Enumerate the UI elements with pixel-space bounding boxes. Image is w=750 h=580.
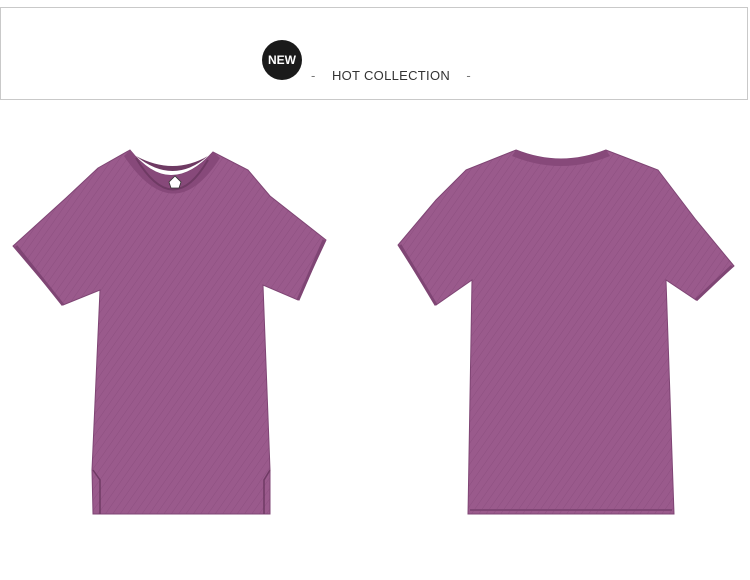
- dash-right: -: [466, 68, 471, 83]
- new-badge: NEW: [262, 40, 302, 80]
- headline-text: HOT COLLECTION: [331, 68, 451, 83]
- tshirt-back-photo: [396, 140, 736, 520]
- collection-banner: NEW - HOT COLLECTION -: [0, 7, 748, 100]
- tshirt-front-photo: [8, 140, 338, 520]
- tshirt-front-image: [12, 149, 327, 515]
- tshirt-back-image: [397, 149, 735, 515]
- collection-headline: - HOT COLLECTION -: [311, 68, 471, 83]
- new-badge-label: NEW: [268, 53, 296, 67]
